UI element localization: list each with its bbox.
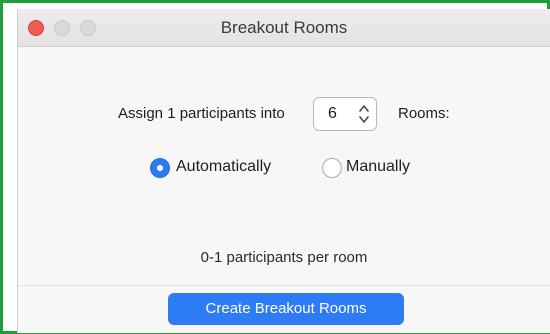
radio-manually-label[interactable]: Manually (346, 158, 410, 176)
radio-automatically[interactable] (150, 158, 170, 178)
window-title: Breakout Rooms (220, 18, 348, 37)
create-breakout-rooms-button[interactable]: Create Breakout Rooms (168, 293, 404, 325)
assignment-mode-group: Automatically Manually (18, 155, 550, 181)
breakout-rooms-window: Breakout Rooms Assign 1 participants int… (17, 9, 550, 333)
title-bar: Breakout Rooms (18, 9, 550, 47)
chevron-up-down-icon[interactable] (358, 102, 370, 126)
dialog-content: Assign 1 participants into 6 Rooms: Auto… (18, 47, 550, 333)
participants-per-room-text: 0-1 participants per room (200, 249, 368, 266)
radio-manually[interactable] (322, 158, 342, 178)
room-count-stepper[interactable]: 6 (313, 97, 377, 131)
rooms-suffix-label: Rooms: (398, 105, 450, 122)
screenshot-frame: Breakout Rooms Assign 1 participants int… (0, 0, 550, 334)
assign-row: Assign 1 participants into 6 Rooms: (18, 95, 550, 135)
radio-automatically-label[interactable]: Automatically (176, 158, 271, 176)
footer-divider (18, 285, 550, 286)
room-count-value[interactable]: 6 (328, 105, 337, 123)
assign-prefix-label: Assign 1 participants into (118, 105, 285, 122)
